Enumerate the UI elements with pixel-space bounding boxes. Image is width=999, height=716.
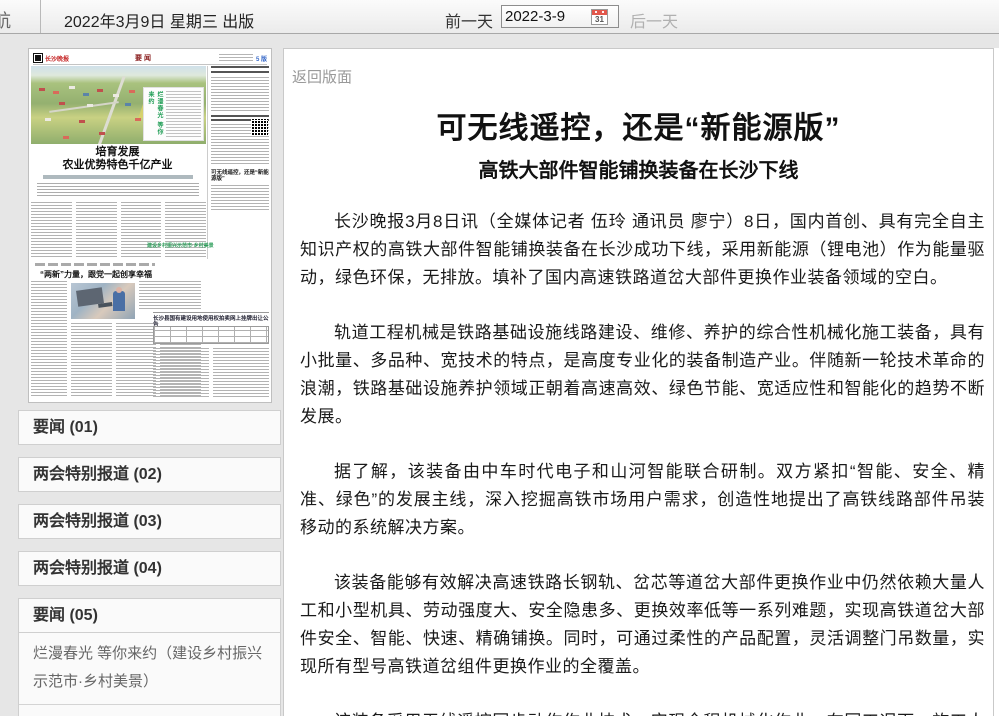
epaper-screen: 航 2022年3月9日 星期三 出版 前一天 31 后一天 长沙晚报 要闻 5 … bbox=[0, 0, 999, 716]
thumb-section-label: 要闻 bbox=[135, 53, 153, 63]
newspaper-logo-icon bbox=[33, 53, 43, 63]
sidebar-item-lianghui-04[interactable]: 两会特别报道 (04) bbox=[18, 551, 281, 586]
photo-machine bbox=[76, 287, 104, 306]
date-picker-field[interactable]: 31 bbox=[501, 5, 619, 28]
thumb-body-columns bbox=[31, 202, 206, 258]
article-body: 长沙晚报3月8日讯（全媒体记者 伍玲 通讯员 廖宁）8日，国内首创、具有完全自主… bbox=[300, 208, 985, 716]
photo-person-face bbox=[116, 287, 122, 293]
article-paragraph-3: 据了解，该装备由中车时代电子和山河智能联合研制。双方紧扣“智能、安全、精准、绿色… bbox=[300, 458, 985, 542]
thumb-right-bottom-headline: 可无线遥控，还是“新能源版” bbox=[211, 170, 269, 182]
thumb-notice-greek bbox=[153, 348, 269, 398]
section-list: 要闻 (01) 两会特别报道 (02) 两会特别报道 (03) 两会特别报道 (… bbox=[18, 410, 281, 716]
calendar-icon-day: 31 bbox=[592, 15, 607, 24]
qr-code-icon bbox=[251, 119, 268, 136]
publish-date-label: 2022年3月9日 星期三 出版 bbox=[64, 8, 254, 32]
prev-day-button[interactable]: 前一天 bbox=[445, 8, 493, 32]
next-day-button[interactable]: 后一天 bbox=[630, 8, 678, 32]
thumb-subhead-greek bbox=[43, 175, 193, 179]
back-to-page-link[interactable]: 返回版面 bbox=[292, 66, 352, 87]
thumb-worker-photo bbox=[71, 283, 135, 319]
thumb-notice-rule bbox=[153, 312, 269, 313]
sidebar-item-yaowen-05[interactable]: 要闻 (05) bbox=[18, 598, 281, 633]
calendar-icon[interactable]: 31 bbox=[591, 9, 608, 25]
thumb-green-banner: 烂漫春光 等你来约 bbox=[144, 88, 164, 140]
article-paragraph-4: 该装备能够有效解决高速铁路长钢轨、岔芯等道岔大部件更换作业中仍然依赖大量人工和小… bbox=[300, 569, 985, 681]
article-link-2[interactable]: 培育发展农业优势特色千亿产业 bbox=[19, 704, 280, 716]
thumb-left-greek bbox=[31, 281, 67, 397]
topbar-divider bbox=[40, 0, 41, 33]
thumb-page-number: 5 版 bbox=[256, 54, 267, 63]
photo-roofs bbox=[39, 88, 45, 91]
thumb-column-divider bbox=[207, 66, 208, 259]
thumb-intro-greek bbox=[37, 183, 199, 198]
top-bar: 航 2022年3月9日 星期三 出版 前一天 31 后一天 bbox=[0, 0, 999, 34]
photo-road2 bbox=[49, 101, 119, 113]
thumb-right-greek1 bbox=[211, 77, 269, 111]
photo-person bbox=[113, 291, 125, 311]
thumb-headline-line2: 农业优势特色千亿产业 bbox=[29, 159, 206, 172]
thumb-page-header: 长沙晚报 要闻 5 版 bbox=[33, 52, 267, 65]
article-link-1[interactable]: 烂漫春光 等你来约（建设乡村振兴示范市·乡村美景） bbox=[19, 633, 280, 704]
page-thumbnail[interactable]: 长沙晚报 要闻 5 版 烂漫春光 等你来约 培育发展 农业优势特色千亿产业 bbox=[28, 48, 272, 403]
thumb-masthead: 长沙晚报 bbox=[45, 54, 69, 63]
photo-road bbox=[95, 76, 125, 144]
article-subtitle: 高铁大部件智能铺换装备在长沙下线 bbox=[284, 154, 993, 183]
thumb-mid-rule bbox=[35, 263, 155, 266]
thumb-meta-greek bbox=[219, 54, 253, 62]
sidebar-item-lianghui-03[interactable]: 两会特别报道 (03) bbox=[18, 504, 281, 539]
article-paragraph-5: 该装备采用无线遥控同步动作作业技术，实现全程机械化作业，在同工况下，施工人员较行… bbox=[300, 708, 985, 716]
thumb-right-of-photo-greek bbox=[139, 281, 201, 311]
thumb-right-headline-greek bbox=[211, 66, 269, 74]
thumb-headline-line1: 培育发展 bbox=[29, 146, 206, 159]
thumb-main-headline: 培育发展 农业优势特色千亿产业 bbox=[29, 146, 206, 172]
article-paragraph-2: 轨道工程机械是铁路基础设施线路建设、维修、养护的综合性机械化施工装备，具有小批量… bbox=[300, 319, 985, 431]
thumb-inset-greek bbox=[166, 91, 201, 137]
article-title: 可无线遥控，还是“新能源版” bbox=[284, 103, 993, 147]
nav-link-partial[interactable]: 航 bbox=[0, 7, 11, 33]
sidebar-item-lianghui-02[interactable]: 两会特别报道 (02) bbox=[18, 457, 281, 492]
thumb-photo-inset-box: 烂漫春光 等你来约 bbox=[143, 87, 204, 141]
article-list: 烂漫春光 等你来约（建设乡村振兴示范市·乡村美景） 培育发展农业优势特色千亿产业 bbox=[18, 633, 281, 716]
sidebar-item-yaowen-01[interactable]: 要闻 (01) bbox=[18, 410, 281, 445]
thumb-green-note: 建设乡村振兴示范市·乡村美景 bbox=[147, 242, 214, 249]
article-paragraph-1: 长沙晚报3月8日讯（全媒体记者 伍玲 通讯员 廖宁）8日，国内首创、具有完全自主… bbox=[300, 208, 985, 292]
thumb-mid-headline: “两新”力量，跟党一起创享幸福 bbox=[31, 269, 161, 280]
thumb-right-greek3 bbox=[211, 185, 269, 211]
article-panel: 返回版面 可无线遥控，还是“新能源版” 高铁大部件智能铺换装备在长沙下线 长沙晚… bbox=[283, 48, 994, 716]
date-input[interactable] bbox=[505, 8, 591, 25]
thumb-notice-table bbox=[153, 326, 269, 344]
thumb-right-column: 可无线遥控，还是“新能源版” bbox=[211, 66, 269, 211]
